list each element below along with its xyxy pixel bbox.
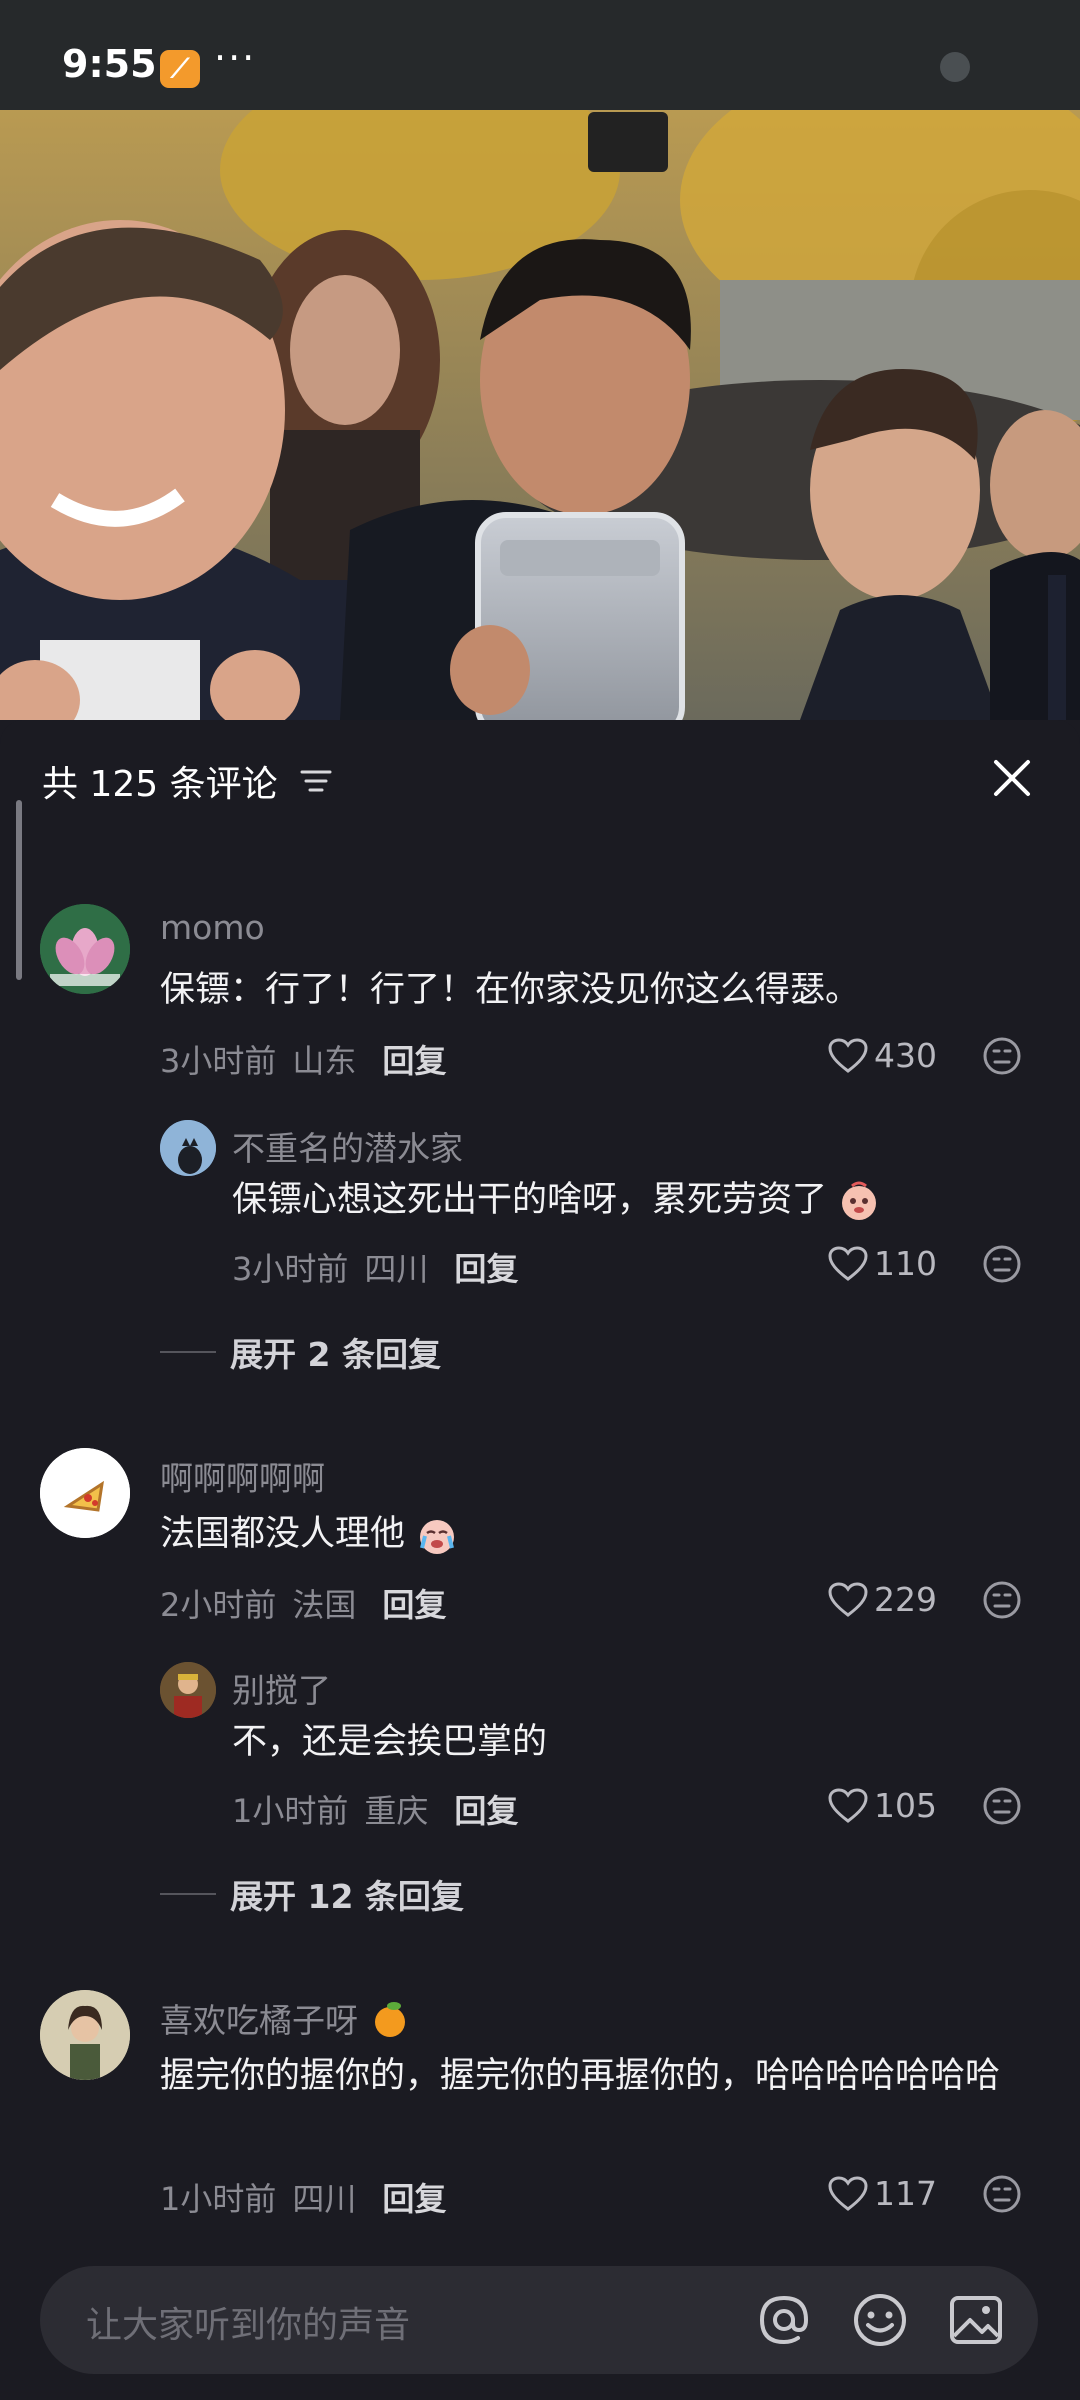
- tangerine-emoji-icon: [374, 2002, 405, 2037]
- comment-text: 法国都没人理他: [160, 1508, 1040, 1560]
- comment-time: 3小时前: [160, 1042, 277, 1080]
- close-icon: [994, 760, 1030, 796]
- comment-meta: 1小时前 四川 回复: [160, 2174, 446, 2220]
- heart-icon: [828, 2175, 868, 2211]
- like-button[interactable]: 430: [828, 1036, 937, 1075]
- reply-time: 1小时前: [232, 1792, 349, 1830]
- reply-meta: 3小时前 四川 回复: [232, 1244, 518, 1290]
- status-bar: 9:55 ⟋ ···: [0, 0, 1080, 110]
- character-avatar-icon: [160, 1662, 216, 1718]
- tired-face-emoji-icon: [842, 1181, 877, 1220]
- status-time: 9:55: [62, 42, 157, 86]
- cat-avatar-icon: [160, 1120, 216, 1176]
- reply-location: 重庆: [364, 1792, 429, 1830]
- dislike-icon[interactable]: [982, 2174, 1022, 2214]
- comment-input[interactable]: 让大家听到你的声音: [40, 2266, 1038, 2374]
- reply-text-content: 保镖心想这死出干的啥呀，累死劳资了: [232, 1180, 828, 1220]
- avatar[interactable]: [40, 904, 130, 994]
- comment-time: 2小时前: [160, 1586, 277, 1624]
- like-count: 105: [874, 1786, 937, 1825]
- avatar[interactable]: [160, 1662, 216, 1718]
- comment-location: 法国: [292, 1586, 357, 1624]
- reply-meta: 1小时前 重庆 回复: [232, 1786, 518, 1832]
- expand-replies-button[interactable]: 展开 2 条回复: [160, 1328, 441, 1376]
- avatar[interactable]: [40, 1990, 130, 2080]
- lotus-avatar-icon: [40, 904, 130, 994]
- comment-location: 山东: [292, 1042, 357, 1080]
- avatar[interactable]: [160, 1120, 216, 1176]
- username[interactable]: momo: [160, 908, 265, 947]
- expand-replies-label: 展开 12 条回复: [230, 1877, 464, 1916]
- username[interactable]: 别搅了: [232, 1664, 331, 1712]
- like-count: 117: [874, 2174, 937, 2213]
- pizza-avatar-icon: [40, 1448, 130, 1538]
- username[interactable]: 喜欢吃橘子呀: [160, 1994, 411, 2042]
- close-button[interactable]: [982, 748, 1042, 808]
- girl-avatar-icon: [40, 1990, 130, 2080]
- comments-count: 共 125 条评论: [42, 764, 278, 805]
- comment-text: 握完你的握你的，握完你的再握你的，哈哈哈哈哈哈哈: [160, 2056, 1001, 2096]
- expand-replies-label: 展开 2 条回复: [230, 1335, 441, 1374]
- username[interactable]: 啊啊啊啊啊: [160, 1452, 325, 1500]
- crying-face-emoji-icon: [420, 1520, 455, 1554]
- heart-icon: [828, 1787, 868, 1823]
- reply-button[interactable]: 回复: [382, 1036, 446, 1082]
- avatar[interactable]: [40, 1448, 130, 1538]
- more-notifications-icon: ···: [214, 36, 257, 80]
- comment-location: 四川: [292, 2180, 357, 2218]
- heart-icon: [828, 1581, 868, 1617]
- mention-icon[interactable]: [754, 2290, 814, 2350]
- reply-button[interactable]: 回复: [382, 1580, 446, 1626]
- like-button[interactable]: 105: [828, 1786, 937, 1825]
- reply-location: 四川: [364, 1250, 429, 1288]
- expand-replies-button[interactable]: 展开 12 条回复: [160, 1870, 464, 1918]
- dislike-icon[interactable]: [982, 1244, 1022, 1284]
- comment-time: 1小时前: [160, 2180, 277, 2218]
- heart-icon: [828, 1037, 868, 1073]
- filter-icon[interactable]: [300, 768, 332, 794]
- dislike-icon[interactable]: [982, 1580, 1022, 1620]
- comment-input-placeholder: 让大家听到你的声音: [86, 2305, 411, 2346]
- username-text: 喜欢吃橘子呀: [160, 2001, 358, 2040]
- reply-time: 3小时前: [232, 1250, 349, 1288]
- divider: [160, 1893, 216, 1895]
- emoji-icon[interactable]: [850, 2290, 910, 2350]
- app-notification-icon: ⟋: [160, 50, 200, 88]
- reply-text: 不，还是会挨巴掌的: [232, 1722, 548, 1762]
- comment-meta: 2小时前 法国 回复: [160, 1580, 446, 1626]
- like-button[interactable]: 229: [828, 1580, 937, 1619]
- dislike-icon[interactable]: [982, 1786, 1022, 1826]
- comment-meta: 3小时前 山东 回复: [160, 1036, 446, 1082]
- comment-text: 保镖：行了！行了！在你家没见你这么得瑟。: [160, 970, 861, 1010]
- like-count: 229: [874, 1580, 937, 1619]
- comment-text-content: 法国都没人理他: [160, 1514, 406, 1554]
- video-player[interactable]: [0, 110, 1080, 720]
- like-count: 110: [874, 1244, 937, 1283]
- status-indicator-icon: [940, 52, 970, 82]
- image-icon[interactable]: [946, 2290, 1006, 2350]
- like-button[interactable]: 117: [828, 2174, 937, 2213]
- reply-text: 保镖心想这死出干的啥呀，累死劳资了: [232, 1174, 1032, 1226]
- reply-button[interactable]: 回复: [382, 2174, 446, 2220]
- reply-button[interactable]: 回复: [454, 1786, 518, 1832]
- like-count: 430: [874, 1036, 937, 1075]
- video-frame: [0, 110, 1080, 720]
- username[interactable]: 不重名的潜水家: [232, 1122, 463, 1170]
- heart-icon: [828, 1245, 868, 1281]
- dislike-icon[interactable]: [982, 1036, 1022, 1076]
- reply-button[interactable]: 回复: [454, 1244, 518, 1290]
- like-button[interactable]: 110: [828, 1244, 937, 1283]
- scrollbar[interactable]: [16, 800, 22, 980]
- divider: [160, 1351, 216, 1353]
- comments-header: 共 125 条评论: [42, 755, 332, 807]
